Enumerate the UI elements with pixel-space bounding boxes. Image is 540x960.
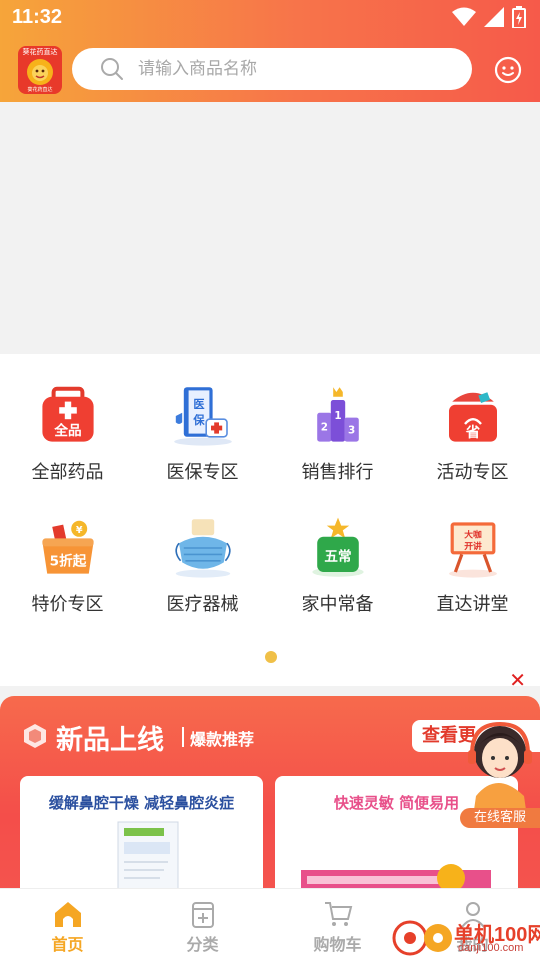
- category-medical-insurance[interactable]: 医 保 医保专区: [135, 354, 270, 484]
- category-label: 家中常备: [301, 594, 374, 615]
- face-mask-icon: [174, 519, 231, 578]
- banner-carousel[interactable]: [0, 102, 540, 354]
- tab-category[interactable]: 分类: [135, 889, 270, 960]
- svg-text:开讲: 开讲: [464, 540, 482, 552]
- app-logo[interactable]: 葵花药直达 葵花药直达: [18, 46, 62, 94]
- svg-text:保: 保: [192, 413, 205, 427]
- category-grid: 全品 全部药品 医 保 医保专区 2 1 3 销售排行 省 活动专区 ¥ 5折起…: [0, 354, 540, 686]
- promotion-gift-icon: 省: [448, 392, 497, 442]
- status-time: 11:32: [12, 6, 63, 28]
- tab-label: 分类: [186, 935, 219, 954]
- svg-text:2: 2: [320, 421, 327, 433]
- lecture-hall-icon: 大咖 开讲: [448, 522, 497, 578]
- category-label: 医保专区: [166, 462, 239, 483]
- category-home-essentials[interactable]: 五常 家中常备: [270, 486, 405, 616]
- category-lecture[interactable]: 大咖 开讲 直达讲堂: [405, 486, 540, 616]
- tab-label: 购物车: [313, 935, 362, 954]
- category-label: 直达讲堂: [436, 594, 509, 615]
- home-essentials-icon: 五常: [311, 517, 364, 577]
- medicine-box-icon: 全品: [41, 386, 94, 442]
- message-icon[interactable]: [494, 56, 522, 84]
- category-all-medicine[interactable]: 全品 全部药品: [0, 354, 135, 484]
- product-slogan: 缓解鼻腔干燥 减轻鼻腔炎症: [48, 794, 235, 812]
- customer-service-avatar[interactable]: [454, 700, 540, 824]
- status-icons: [452, 6, 526, 28]
- medical-insurance-icon: 医 保: [173, 387, 232, 446]
- icon-text: 全品: [53, 422, 81, 439]
- signal-icon: [484, 7, 504, 27]
- carousel-indicator: [265, 651, 277, 663]
- icon-text: 五常: [324, 548, 351, 565]
- hexagon-icon: [24, 724, 46, 748]
- logo-subtitle: 葵花药直达: [27, 87, 53, 93]
- tab-home[interactable]: 首页: [0, 889, 135, 960]
- discount-basket-icon: ¥ 5折起: [41, 520, 94, 574]
- search-bar[interactable]: [72, 48, 472, 90]
- category-label: 医疗器械: [166, 594, 239, 615]
- category-medical-devices[interactable]: 医疗器械: [135, 486, 270, 616]
- product-image: [117, 821, 179, 896]
- product-card[interactable]: 缓解鼻腔干燥 减轻鼻腔炎症: [20, 776, 263, 896]
- svg-text:大咖: 大咖: [464, 529, 482, 541]
- online-service-label[interactable]: 在线客服: [460, 808, 540, 828]
- category-label: 销售排行: [301, 462, 374, 483]
- cart-icon: [324, 902, 352, 926]
- search-input[interactable]: [138, 59, 438, 79]
- icon-text: 5折起: [49, 553, 86, 570]
- wifi-icon: [452, 7, 476, 26]
- promo-subtitle: 爆款推荐: [190, 730, 255, 749]
- promo-title: 新品上线: [56, 725, 164, 756]
- tab-cart[interactable]: 购物车: [270, 889, 405, 960]
- svg-text:¥: ¥: [75, 525, 82, 536]
- divider: [182, 727, 184, 747]
- tab-label: 首页: [51, 935, 84, 954]
- category-special-price[interactable]: ¥ 5折起 特价专区: [0, 486, 135, 616]
- category-icon: [191, 902, 214, 928]
- category-label: 特价专区: [31, 594, 104, 615]
- ranking-podium-icon: 2 1 3: [316, 387, 359, 442]
- status-bar: 11:32: [0, 0, 540, 36]
- svg-text:1: 1: [334, 410, 341, 422]
- logo-title: 葵花药直达: [22, 48, 58, 56]
- home-icon: [54, 902, 81, 927]
- icon-text: 省: [464, 423, 480, 441]
- category-sales-ranking[interactable]: 2 1 3 销售排行: [270, 354, 405, 484]
- category-label: 全部药品: [31, 462, 104, 483]
- search-icon: [101, 58, 123, 80]
- svg-text:医: 医: [193, 398, 204, 411]
- svg-text:3: 3: [347, 425, 354, 437]
- close-icon[interactable]: ✕: [509, 668, 526, 692]
- category-promotions[interactable]: 省 活动专区: [405, 354, 540, 484]
- sunflower-logo-icon: [27, 59, 53, 85]
- battery-icon: [512, 6, 526, 28]
- category-label: 活动专区: [436, 462, 509, 483]
- watermark-url: danji100.com: [458, 942, 524, 954]
- top-header: 11:32 葵花药直达 葵花药直达: [0, 0, 540, 102]
